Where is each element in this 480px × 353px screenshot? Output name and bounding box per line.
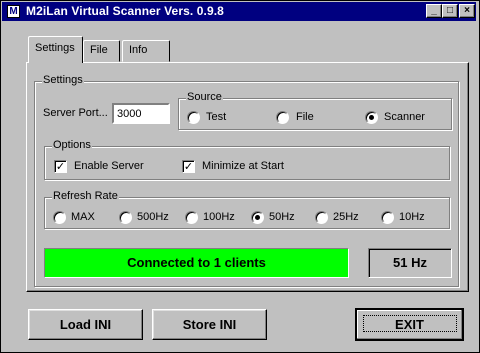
rate-50hz-radio[interactable]: [251, 211, 264, 224]
tab-settings[interactable]: Settings: [28, 36, 83, 63]
source-scanner-label: Scanner: [384, 111, 425, 123]
minimize-button[interactable]: _: [426, 4, 442, 18]
source-group-label: Source: [186, 91, 223, 103]
rate-25hz-radio[interactable]: [315, 211, 328, 224]
rate-500hz-radio[interactable]: [119, 211, 132, 224]
rate-10hz-radio[interactable]: [381, 211, 394, 224]
rate-max-label: MAX: [71, 211, 95, 223]
source-scanner-radio[interactable]: [365, 111, 378, 124]
rate-10hz-label: 10Hz: [399, 211, 425, 223]
tab-info[interactable]: Info: [122, 40, 170, 62]
rate-100hz-label: 100Hz: [203, 211, 235, 223]
enable-server-label: Enable Server: [74, 160, 144, 172]
exit-button[interactable]: EXIT: [355, 308, 464, 341]
source-file-label: File: [296, 111, 314, 123]
server-port-input[interactable]: [112, 103, 170, 124]
focus-rectangle: [363, 315, 457, 332]
refresh-rate-group-label: Refresh Rate: [52, 190, 119, 202]
rate-max-radio[interactable]: [53, 211, 66, 224]
app-icon[interactable]: M: [7, 5, 20, 18]
title-bar[interactable]: M M2iLan Virtual Scanner Vers. 0.9.8 _ □…: [2, 2, 476, 21]
minimize-at-start-label: Minimize at Start: [202, 160, 284, 172]
rate-50hz-label: 50Hz: [269, 211, 295, 223]
options-group-label: Options: [52, 139, 92, 151]
connection-status: Connected to 1 clients: [44, 248, 349, 278]
actual-rate-display: 51 Hz: [368, 248, 452, 278]
rate-100hz-radio[interactable]: [185, 211, 198, 224]
source-test-label: Test: [206, 111, 227, 123]
settings-group-label: Settings: [42, 74, 84, 86]
maximize-icon: □: [446, 5, 454, 16]
source-file-radio[interactable]: [276, 111, 289, 124]
load-ini-button[interactable]: Load INI: [28, 309, 143, 340]
minimize-at-start-checkbox[interactable]: ✓: [182, 160, 195, 173]
window-title: M2iLan Virtual Scanner Vers. 0.9.8: [26, 4, 224, 18]
close-button[interactable]: ×: [459, 4, 475, 18]
rate-25hz-label: 25Hz: [333, 211, 359, 223]
close-icon: ×: [464, 5, 470, 16]
server-port-label: Server Port...: [43, 107, 108, 119]
minimize-icon: _: [431, 5, 437, 16]
source-test-radio[interactable]: [187, 111, 200, 124]
enable-server-checkbox[interactable]: ✓: [54, 160, 67, 173]
maximize-button[interactable]: □: [442, 4, 458, 18]
rate-500hz-label: 500Hz: [137, 211, 169, 223]
tab-file[interactable]: File: [83, 40, 120, 62]
store-ini-button[interactable]: Store INI: [152, 309, 267, 340]
